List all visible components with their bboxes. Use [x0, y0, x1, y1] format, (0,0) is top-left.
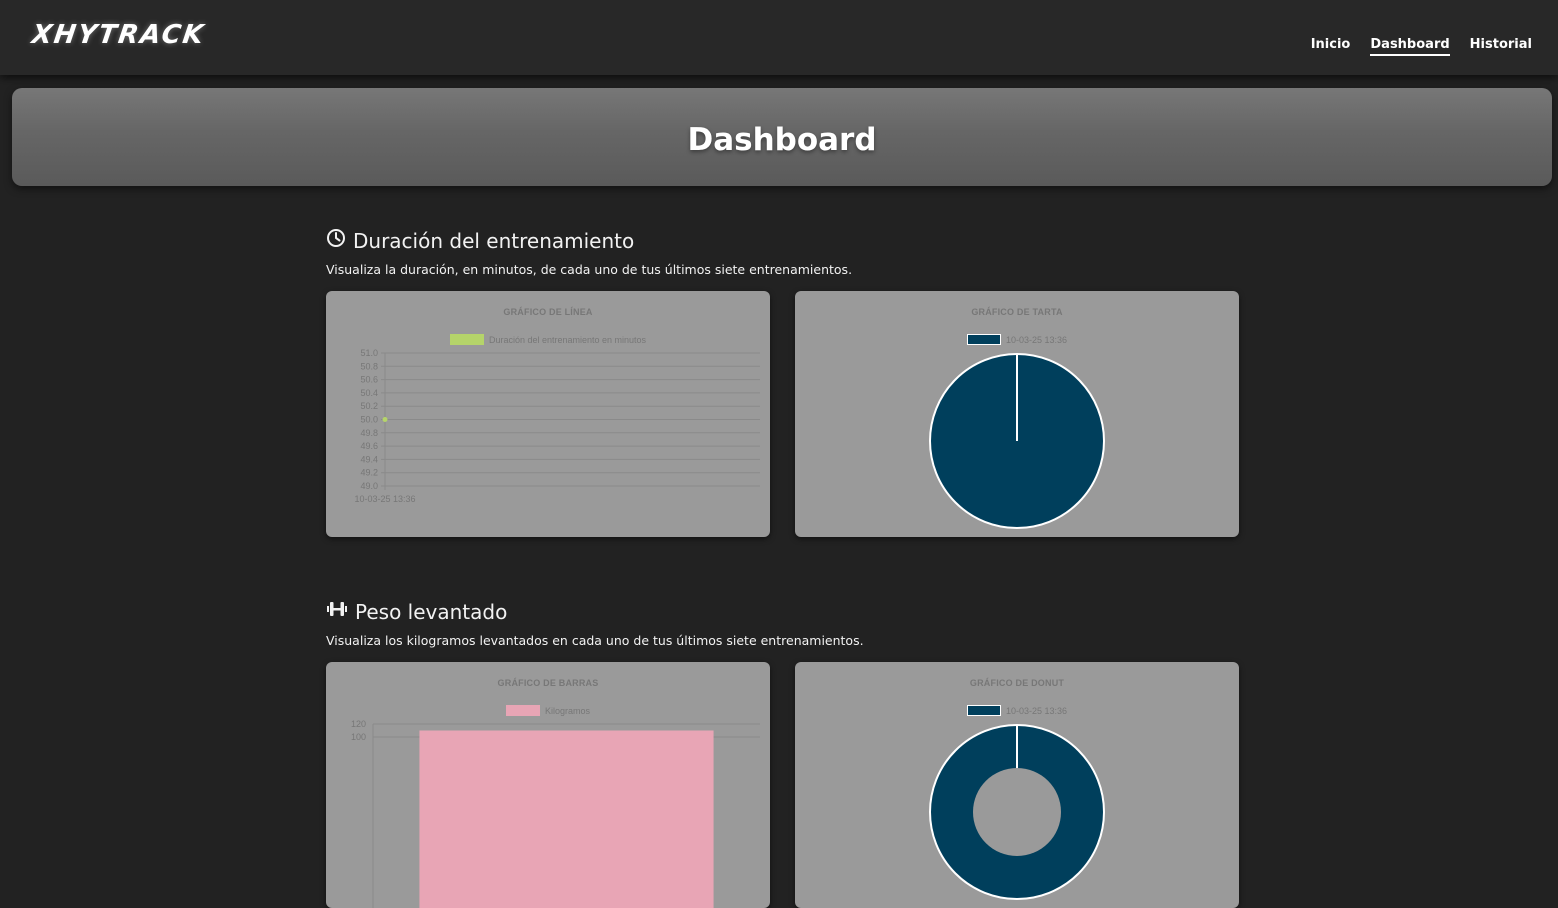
bar-chart-plot: 120100	[326, 662, 770, 908]
line-chart-card: GRÁFICO DE LÍNEA Duración del entrenamie…	[326, 291, 770, 537]
pie-chart-plot	[795, 291, 1239, 537]
donut-chart-plot	[795, 662, 1239, 908]
donut-chart-card: GRÁFICO DE DONUT 10-03-25 13:36	[795, 662, 1239, 908]
section-title-text: Peso levantado	[355, 600, 507, 624]
y-tick-label: 120	[351, 719, 366, 729]
y-tick-label: 50.8	[360, 361, 378, 371]
y-tick-label: 50.2	[360, 401, 378, 411]
y-tick-label: 49.2	[360, 468, 378, 478]
nav-link-historial[interactable]: Historial	[1470, 37, 1532, 56]
nav-link-dashboard[interactable]: Dashboard	[1370, 37, 1449, 56]
y-tick-label: 49.4	[360, 454, 378, 464]
section-title-peso: Peso levantado	[326, 599, 507, 624]
y-tick-label: 50.6	[360, 375, 378, 385]
page-hero-banner: Dashboard	[12, 88, 1552, 186]
bar	[419, 731, 713, 908]
page-title: Dashboard	[12, 122, 1552, 158]
y-tick-label: 49.8	[360, 428, 378, 438]
nav-link-inicio[interactable]: Inicio	[1311, 37, 1351, 56]
line-chart-plot: 51.0 50.8 50.6 50.4 50.2 50.0 49.8 49.6 49.4 49.2…	[326, 291, 770, 537]
pie-chart-card: GRÁFICO DE TARTA 10-03-25 13:36	[795, 291, 1239, 537]
section-description-peso: Visualiza los kilogramos levantados en c…	[326, 633, 864, 648]
dumbbell-icon	[326, 599, 348, 624]
top-navbar: XHYTRACK Inicio Dashboard Historial	[0, 0, 1558, 75]
section-title-text: Duración del entrenamiento	[353, 229, 634, 253]
app-logo[interactable]: XHYTRACK	[30, 20, 207, 50]
section-title-duracion: Duración del entrenamiento	[326, 228, 634, 253]
bar-chart-card: GRÁFICO DE BARRAS Kilogramos 120100	[326, 662, 770, 908]
donut-hole	[973, 768, 1061, 856]
y-tick-label: 50.4	[360, 388, 378, 398]
y-tick-label: 50.0	[360, 415, 378, 425]
x-tick-label: 10-03-25 13:36	[354, 494, 415, 504]
section-description-duracion: Visualiza la duración, en minutos, de ca…	[326, 262, 852, 277]
y-tick-label: 100	[351, 732, 366, 742]
y-tick-label: 51.0	[360, 348, 378, 358]
y-tick-label: 49.0	[360, 481, 378, 491]
main-nav: Inicio Dashboard Historial	[1311, 37, 1532, 56]
y-tick-label: 49.6	[360, 441, 378, 451]
clock-icon	[326, 228, 346, 253]
line-data-point	[383, 417, 388, 422]
